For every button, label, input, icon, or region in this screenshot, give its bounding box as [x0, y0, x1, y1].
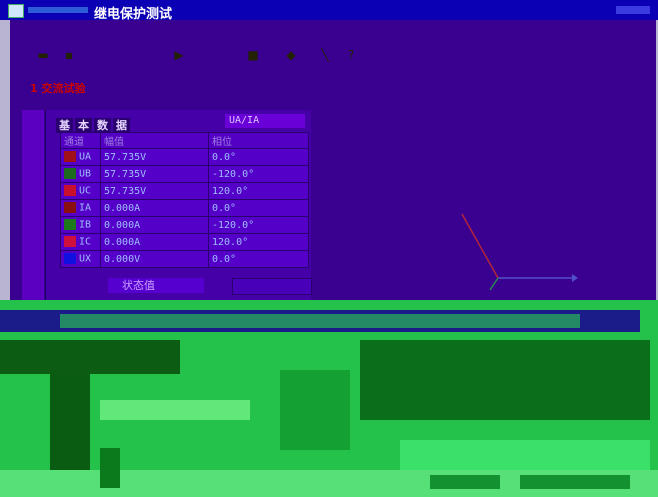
phasor-line-b [489, 277, 499, 291]
cell-channel: UX [60, 250, 101, 268]
cell-amplitude[interactable]: 57.735V [100, 182, 209, 200]
cell-channel: UC [60, 182, 101, 200]
left-gutter [22, 110, 44, 305]
table-row[interactable]: UA 57.735V 0.0° [60, 148, 309, 166]
channel-color-swatch [64, 168, 76, 180]
secondary-control[interactable] [232, 278, 312, 295]
cell-amplitude[interactable]: 0.000A [100, 216, 209, 234]
cell-amplitude[interactable]: 57.735V [100, 165, 209, 183]
open-icon[interactable]: ▬ [36, 48, 50, 62]
title-decoration [28, 7, 88, 13]
table-row[interactable]: IB 0.000A -120.0° [60, 216, 309, 234]
save-icon[interactable]: ▪ [62, 48, 76, 62]
header-phase: 相位 [208, 132, 309, 149]
channel-color-swatch [64, 151, 76, 163]
cell-phase[interactable]: 0.0° [208, 148, 309, 166]
stop-icon[interactable]: ■ [246, 48, 260, 62]
channel-label: UC [79, 185, 92, 197]
app-icon [8, 4, 24, 18]
channel-label: UB [79, 168, 92, 180]
channel-color-swatch [64, 219, 76, 231]
cell-phase[interactable]: 0.0° [208, 199, 309, 217]
channel-color-swatch [64, 253, 76, 265]
cell-channel: IA [60, 199, 101, 217]
table-row[interactable]: IA 0.000A 0.0° [60, 199, 309, 217]
phasor-line-a [461, 213, 499, 279]
cell-amplitude[interactable]: 0.000V [100, 250, 209, 268]
tab-4[interactable]: 据 [113, 118, 130, 133]
phasor-diagram [461, 213, 578, 291]
channel-color-swatch [64, 202, 76, 214]
table-row[interactable]: UC 57.735V 120.0° [60, 182, 309, 200]
cell-amplitude[interactable]: 0.000A [100, 199, 209, 217]
help-icon[interactable]: ? [344, 48, 358, 62]
render-corruption-region [0, 300, 658, 497]
header-amplitude: 幅值 [100, 132, 209, 149]
cell-amplitude[interactable]: 57.735V [100, 148, 209, 166]
table-header-row: 通道 幅值 相位 [60, 132, 309, 149]
table-row[interactable]: IC 0.000A 120.0° [60, 233, 309, 251]
cell-channel: IB [60, 216, 101, 234]
window-controls[interactable] [616, 6, 650, 14]
header-channel: 通道 [60, 132, 101, 149]
state-value-button[interactable]: 状态值 [108, 278, 204, 293]
toolbar: ▬ ▪ ▶ ■ ◆ ╲ ? [22, 42, 382, 68]
cell-phase[interactable]: -120.0° [208, 165, 309, 183]
title-bar: 继电保护测试 [0, 0, 658, 22]
cell-phase[interactable]: 0.0° [208, 250, 309, 268]
cell-channel: IC [60, 233, 101, 251]
run-icon[interactable]: ▶ [172, 48, 186, 62]
channel-label: IC [79, 236, 92, 248]
channel-select[interactable]: UA/IA [225, 114, 305, 128]
cell-phase[interactable]: -120.0° [208, 216, 309, 234]
table-row[interactable]: UX 0.000V 0.0° [60, 250, 309, 268]
chart-icon[interactable]: ◆ [284, 48, 298, 62]
cell-phase[interactable]: 120.0° [208, 233, 309, 251]
pen-icon[interactable]: ╲ [318, 48, 332, 62]
cell-amplitude[interactable]: 0.000A [100, 233, 209, 251]
tab-1[interactable]: 基 [56, 118, 73, 133]
channel-label: IB [79, 219, 92, 231]
phasor-arrow [572, 274, 578, 282]
channel-label: IA [79, 202, 92, 214]
cell-channel: UB [60, 165, 101, 183]
panel-tabs: 基本数据 [56, 118, 132, 133]
channel-table: 通道 幅值 相位 UA 57.735V 0.0° UB 57.735V -120.0° UC… [60, 132, 309, 268]
channel-label: UX [79, 253, 92, 265]
cell-phase[interactable]: 120.0° [208, 182, 309, 200]
channel-label: UA [79, 151, 92, 163]
cell-channel: UA [60, 148, 101, 166]
tab-3[interactable]: 数 [94, 118, 111, 133]
tab-2[interactable]: 本 [75, 118, 92, 133]
module-title: 1 交流试验 [30, 82, 86, 95]
channel-color-swatch [64, 185, 76, 197]
channel-color-swatch [64, 236, 76, 248]
table-row[interactable]: UB 57.735V -120.0° [60, 165, 309, 183]
